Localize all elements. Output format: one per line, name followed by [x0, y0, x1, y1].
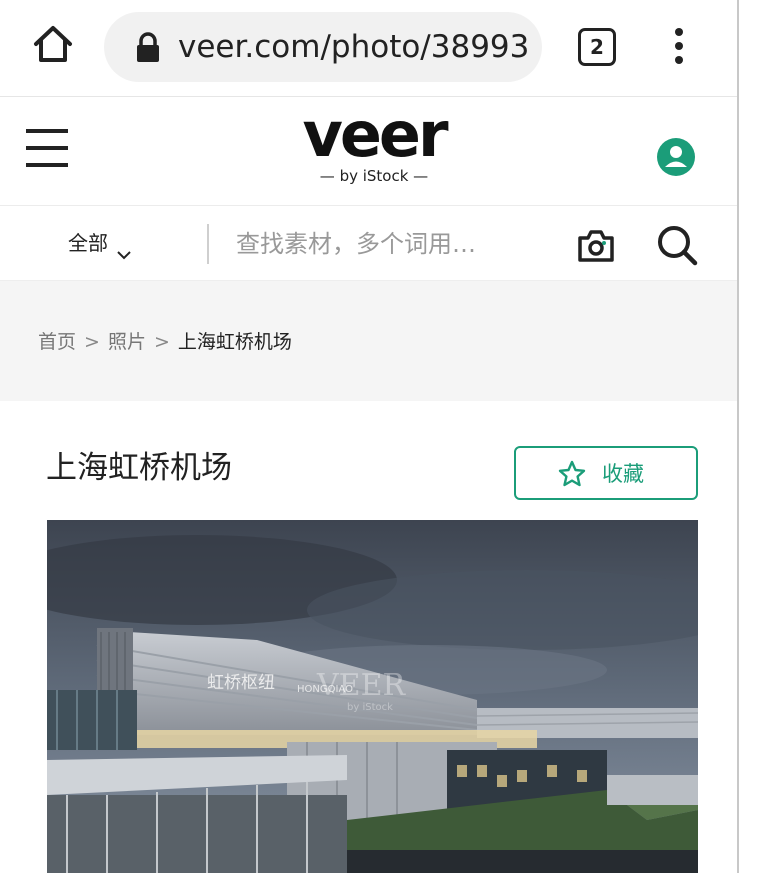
address-bar[interactable]: veer.com/photo/38993 — [104, 12, 542, 82]
search-icon[interactable] — [656, 224, 698, 266]
hamburger-icon[interactable] — [26, 125, 70, 171]
breadcrumb-separator: > — [84, 331, 100, 353]
search-bar: 全部 — [0, 206, 737, 281]
main-photo[interactable]: 虹桥枢纽 HONGQIAO VEER by iStock — [47, 520, 698, 873]
chevron-down-icon — [116, 240, 132, 259]
airport-photo: 虹桥枢纽 HONGQIAO VEER by iStock — [47, 520, 698, 873]
favorite-label: 收藏 — [602, 462, 644, 486]
browser-toolbar: veer.com/photo/38993 2 — [0, 0, 737, 97]
search-divider — [207, 224, 209, 264]
tabs-button[interactable]: 2 — [578, 28, 616, 66]
breadcrumb-photos[interactable]: 照片 — [108, 331, 146, 353]
screen-edge — [737, 0, 764, 873]
logo-wordmark: veer — [302, 98, 448, 171]
veer-logo[interactable]: veer — by iStock — — [284, 98, 464, 193]
phone-viewport: veer.com/photo/38993 2 veer — by iStock … — [0, 0, 737, 873]
camera-icon[interactable] — [576, 228, 616, 264]
breadcrumb-current: 上海虹桥机场 — [177, 331, 292, 353]
building-sign: 虹桥枢纽 — [207, 673, 275, 693]
breadcrumb-home[interactable]: 首页 — [38, 331, 76, 353]
url-text[interactable]: veer.com/photo/38993 — [178, 28, 538, 66]
breadcrumb: 首页 > 照片 > 上海虹桥机场 — [38, 329, 292, 355]
tab-count: 2 — [578, 28, 616, 66]
more-vert-icon[interactable] — [664, 24, 694, 68]
star-outline-icon — [558, 460, 586, 488]
favorite-button[interactable]: 收藏 — [514, 446, 698, 500]
category-select[interactable]: 全部 — [68, 230, 132, 259]
site-header: veer — by iStock — — [0, 97, 737, 206]
page-title: 上海虹桥机场 — [46, 450, 232, 486]
photo-watermark-sub: by iStock — [347, 702, 393, 713]
user-icon[interactable] — [656, 137, 696, 177]
home-icon[interactable] — [30, 22, 76, 68]
category-label: 全部 — [68, 231, 108, 255]
photo-watermark: VEER — [316, 668, 406, 703]
breadcrumb-separator: > — [153, 331, 170, 353]
lock-icon — [134, 32, 162, 64]
search-input[interactable] — [236, 224, 532, 264]
breadcrumb-band: 首页 > 照片 > 上海虹桥机场 — [0, 281, 737, 401]
